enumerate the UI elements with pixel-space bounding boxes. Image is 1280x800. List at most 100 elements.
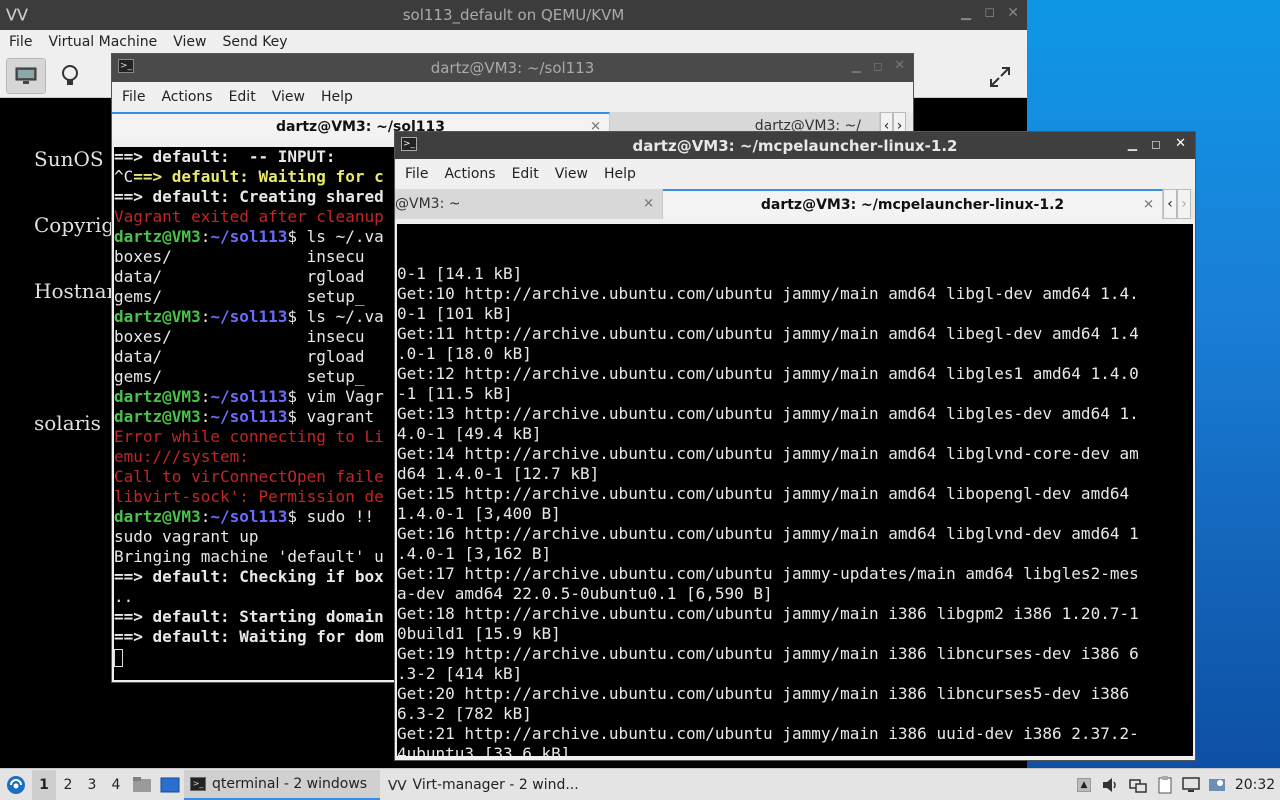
terminal-line: Get:20 http://archive.ubuntu.com/ubuntu … bbox=[397, 684, 1130, 703]
menu-help[interactable]: Help bbox=[596, 166, 644, 182]
terminal-sol113-minimize-button[interactable]: ▁ bbox=[852, 59, 861, 73]
terminal-text-segment: ~/sol113 bbox=[210, 307, 288, 326]
terminal-text-segment: dartz@VM3 bbox=[114, 227, 201, 246]
lxqt-logo-icon bbox=[7, 775, 25, 794]
clipboard-icon bbox=[1158, 775, 1172, 793]
menu-file[interactable]: File bbox=[114, 89, 153, 105]
menu-actions[interactable]: Actions bbox=[436, 166, 503, 182]
terminal-line: 0build1 [15.9 kB] bbox=[397, 624, 561, 643]
tab-scroll-right-button[interactable]: › bbox=[1177, 189, 1191, 219]
menu-view[interactable]: View bbox=[547, 166, 596, 182]
terminal-text-segment: ==> default: Starting domain bbox=[114, 607, 384, 626]
terminal-line: Get:15 http://archive.ubuntu.com/ubuntu … bbox=[397, 484, 1130, 503]
task-virt-manager[interactable]: ⋁⋁ Virt-manager - 2 wind... bbox=[380, 770, 580, 800]
updates-button[interactable] bbox=[1204, 770, 1230, 800]
terminal-icon: >_ bbox=[190, 776, 206, 791]
terminal-text-segment: : bbox=[200, 387, 211, 406]
terminal-sol113-maximize-button[interactable]: ◻ bbox=[873, 59, 883, 73]
workspace-3[interactable]: 3 bbox=[80, 770, 104, 800]
qemu-titlebar[interactable]: ⋁⋁ sol113_default on QEMU/KVM ▁ ◻ ✕ bbox=[0, 0, 1027, 30]
terminal-line: Get:12 http://archive.ubuntu.com/ubuntu … bbox=[397, 364, 1139, 383]
cursor-icon bbox=[114, 648, 123, 667]
terminal-window-mcpelauncher: >_ dartz@VM3: ~/mcpelauncher-linux-1.2 ▁… bbox=[394, 131, 1196, 761]
virt-manager-icon: ⋁⋁ bbox=[388, 778, 407, 791]
menu-view[interactable]: View bbox=[264, 89, 313, 105]
terminal-mcpe-menubar: File Actions Edit View Help bbox=[395, 159, 1195, 189]
tab-close-icon[interactable]: ✕ bbox=[1143, 198, 1154, 213]
start-menu-button[interactable] bbox=[0, 770, 32, 800]
terminal-text-segment: libvirt-sock': Permission de bbox=[114, 487, 384, 506]
menu-edit[interactable]: Edit bbox=[221, 89, 264, 105]
terminal-line: Get:16 http://archive.ubuntu.com/ubuntu … bbox=[397, 524, 1139, 543]
terminal-sol113-titlebar[interactable]: >_ dartz@VM3: ~/sol113 ▁ ◻ ✕ bbox=[112, 54, 913, 82]
task-qterminal[interactable]: >_ qterminal - 2 windows bbox=[184, 769, 380, 800]
terminal-mcpe-minimize-button[interactable]: ▁ bbox=[1128, 137, 1137, 151]
network-icon bbox=[1129, 778, 1147, 793]
qemu-menu-virtual-machine[interactable]: Virtual Machine bbox=[40, 34, 165, 50]
terminal-line: Get:19 http://archive.ubuntu.com/ubuntu … bbox=[397, 644, 1139, 663]
quicklaunch-file-manager[interactable] bbox=[128, 770, 156, 800]
terminal-text-segment: ~/sol113 bbox=[210, 227, 288, 246]
tab-close-icon[interactable]: ✕ bbox=[643, 197, 654, 212]
terminal-mcpe-close-button[interactable]: ✕ bbox=[1175, 136, 1186, 151]
qemu-close-button[interactable]: ✕ bbox=[1007, 5, 1019, 21]
quicklaunch-desktop[interactable] bbox=[156, 770, 184, 800]
fullscreen-button[interactable] bbox=[984, 62, 1016, 92]
terminal-text-segment: dartz@VM3 bbox=[114, 387, 201, 406]
console-toggle-button[interactable] bbox=[6, 58, 46, 94]
details-button[interactable] bbox=[52, 58, 88, 94]
terminal-line: d64 1.4.0-1 [12.7 kB] bbox=[397, 464, 600, 483]
terminal-text-segment: dartz@VM3 bbox=[114, 407, 201, 426]
qemu-menu-file[interactable]: File bbox=[1, 34, 40, 50]
workspace-4[interactable]: 4 bbox=[104, 770, 128, 800]
updates-icon bbox=[1209, 778, 1225, 791]
menu-actions[interactable]: Actions bbox=[153, 89, 220, 105]
qemu-menu-send-key[interactable]: Send Key bbox=[214, 34, 295, 50]
terminal-text-segment: $ ls ~/.va bbox=[287, 307, 384, 326]
tab-home[interactable]: @VM3: ~ ✕ bbox=[395, 189, 663, 219]
terminal-mcpe-output[interactable]: 0-1 [14.1 kB] Get:10 http://archive.ubunt… bbox=[397, 224, 1193, 756]
workspace-2[interactable]: 2 bbox=[56, 770, 80, 800]
tab-scroll-left-button[interactable]: ‹ bbox=[1163, 189, 1177, 219]
clock[interactable]: 20:32 bbox=[1230, 770, 1280, 800]
network-button[interactable] bbox=[1124, 770, 1152, 800]
show-desktop-icon bbox=[160, 777, 180, 792]
clipboard-button[interactable] bbox=[1152, 770, 1178, 800]
terminal-line: Get:17 http://archive.ubuntu.com/ubuntu … bbox=[397, 564, 1139, 583]
terminal-text-segment: ~/sol113 bbox=[210, 387, 288, 406]
terminal-line: .4.0-1 [3,162 B] bbox=[397, 544, 552, 563]
terminal-line: Get:13 http://archive.ubuntu.com/ubuntu … bbox=[397, 404, 1139, 423]
menu-edit[interactable]: Edit bbox=[504, 166, 547, 182]
terminal-text-segment: ==> default: Creating shared bbox=[114, 187, 384, 206]
qemu-menu-view[interactable]: View bbox=[165, 34, 214, 50]
monitor-icon bbox=[15, 67, 37, 84]
terminal-text-segment: gems/ setup_ bbox=[114, 367, 365, 386]
terminal-sol113-title: dartz@VM3: ~/sol113 bbox=[430, 59, 595, 77]
qemu-minimize-button[interactable]: ▁ bbox=[961, 6, 971, 21]
terminal-text-segment: .. bbox=[114, 587, 134, 606]
terminal-mcpe-titlebar[interactable]: >_ dartz@VM3: ~/mcpelauncher-linux-1.2 ▁… bbox=[395, 132, 1195, 159]
qemu-maximize-button[interactable]: ◻ bbox=[984, 5, 995, 20]
terminal-text-segment: data/ rgload bbox=[114, 347, 365, 366]
screen-button[interactable] bbox=[1178, 770, 1204, 800]
terminal-mcpe-maximize-button[interactable]: ◻ bbox=[1151, 137, 1161, 151]
volume-button[interactable] bbox=[1096, 770, 1124, 800]
terminal-text-segment: : bbox=[200, 307, 211, 326]
vm-app-icon: ⋁⋁ bbox=[6, 7, 28, 22]
terminal-sol113-menubar: File Actions Edit View Help bbox=[112, 82, 913, 112]
task-label: Virt-manager - 2 wind... bbox=[412, 776, 579, 793]
terminal-sol113-close-button[interactable]: ✕ bbox=[894, 58, 905, 73]
menu-help[interactable]: Help bbox=[313, 89, 361, 105]
tab-mcpelauncher[interactable]: dartz@VM3: ~/mcpelauncher-linux-1.2 ✕ bbox=[663, 189, 1163, 219]
terminal-text-segment: $ sudo !! bbox=[287, 507, 375, 526]
tray-expand-button[interactable]: ▲ bbox=[1072, 770, 1096, 800]
terminal-text-segment: : bbox=[200, 407, 211, 426]
menu-file[interactable]: File bbox=[397, 166, 436, 182]
terminal-text-segment: ==> default: Waiting for c bbox=[133, 167, 384, 186]
terminal-text-segment: gems/ setup_ bbox=[114, 287, 365, 306]
terminal-app-icon: >_ bbox=[118, 59, 134, 73]
terminal-text-segment: : bbox=[200, 507, 211, 526]
terminal-text-segment: ==> default: Checking if box bbox=[114, 567, 384, 586]
terminal-text-segment: Bringing machine 'default' u bbox=[114, 547, 384, 566]
workspace-1[interactable]: 1 bbox=[32, 769, 56, 800]
